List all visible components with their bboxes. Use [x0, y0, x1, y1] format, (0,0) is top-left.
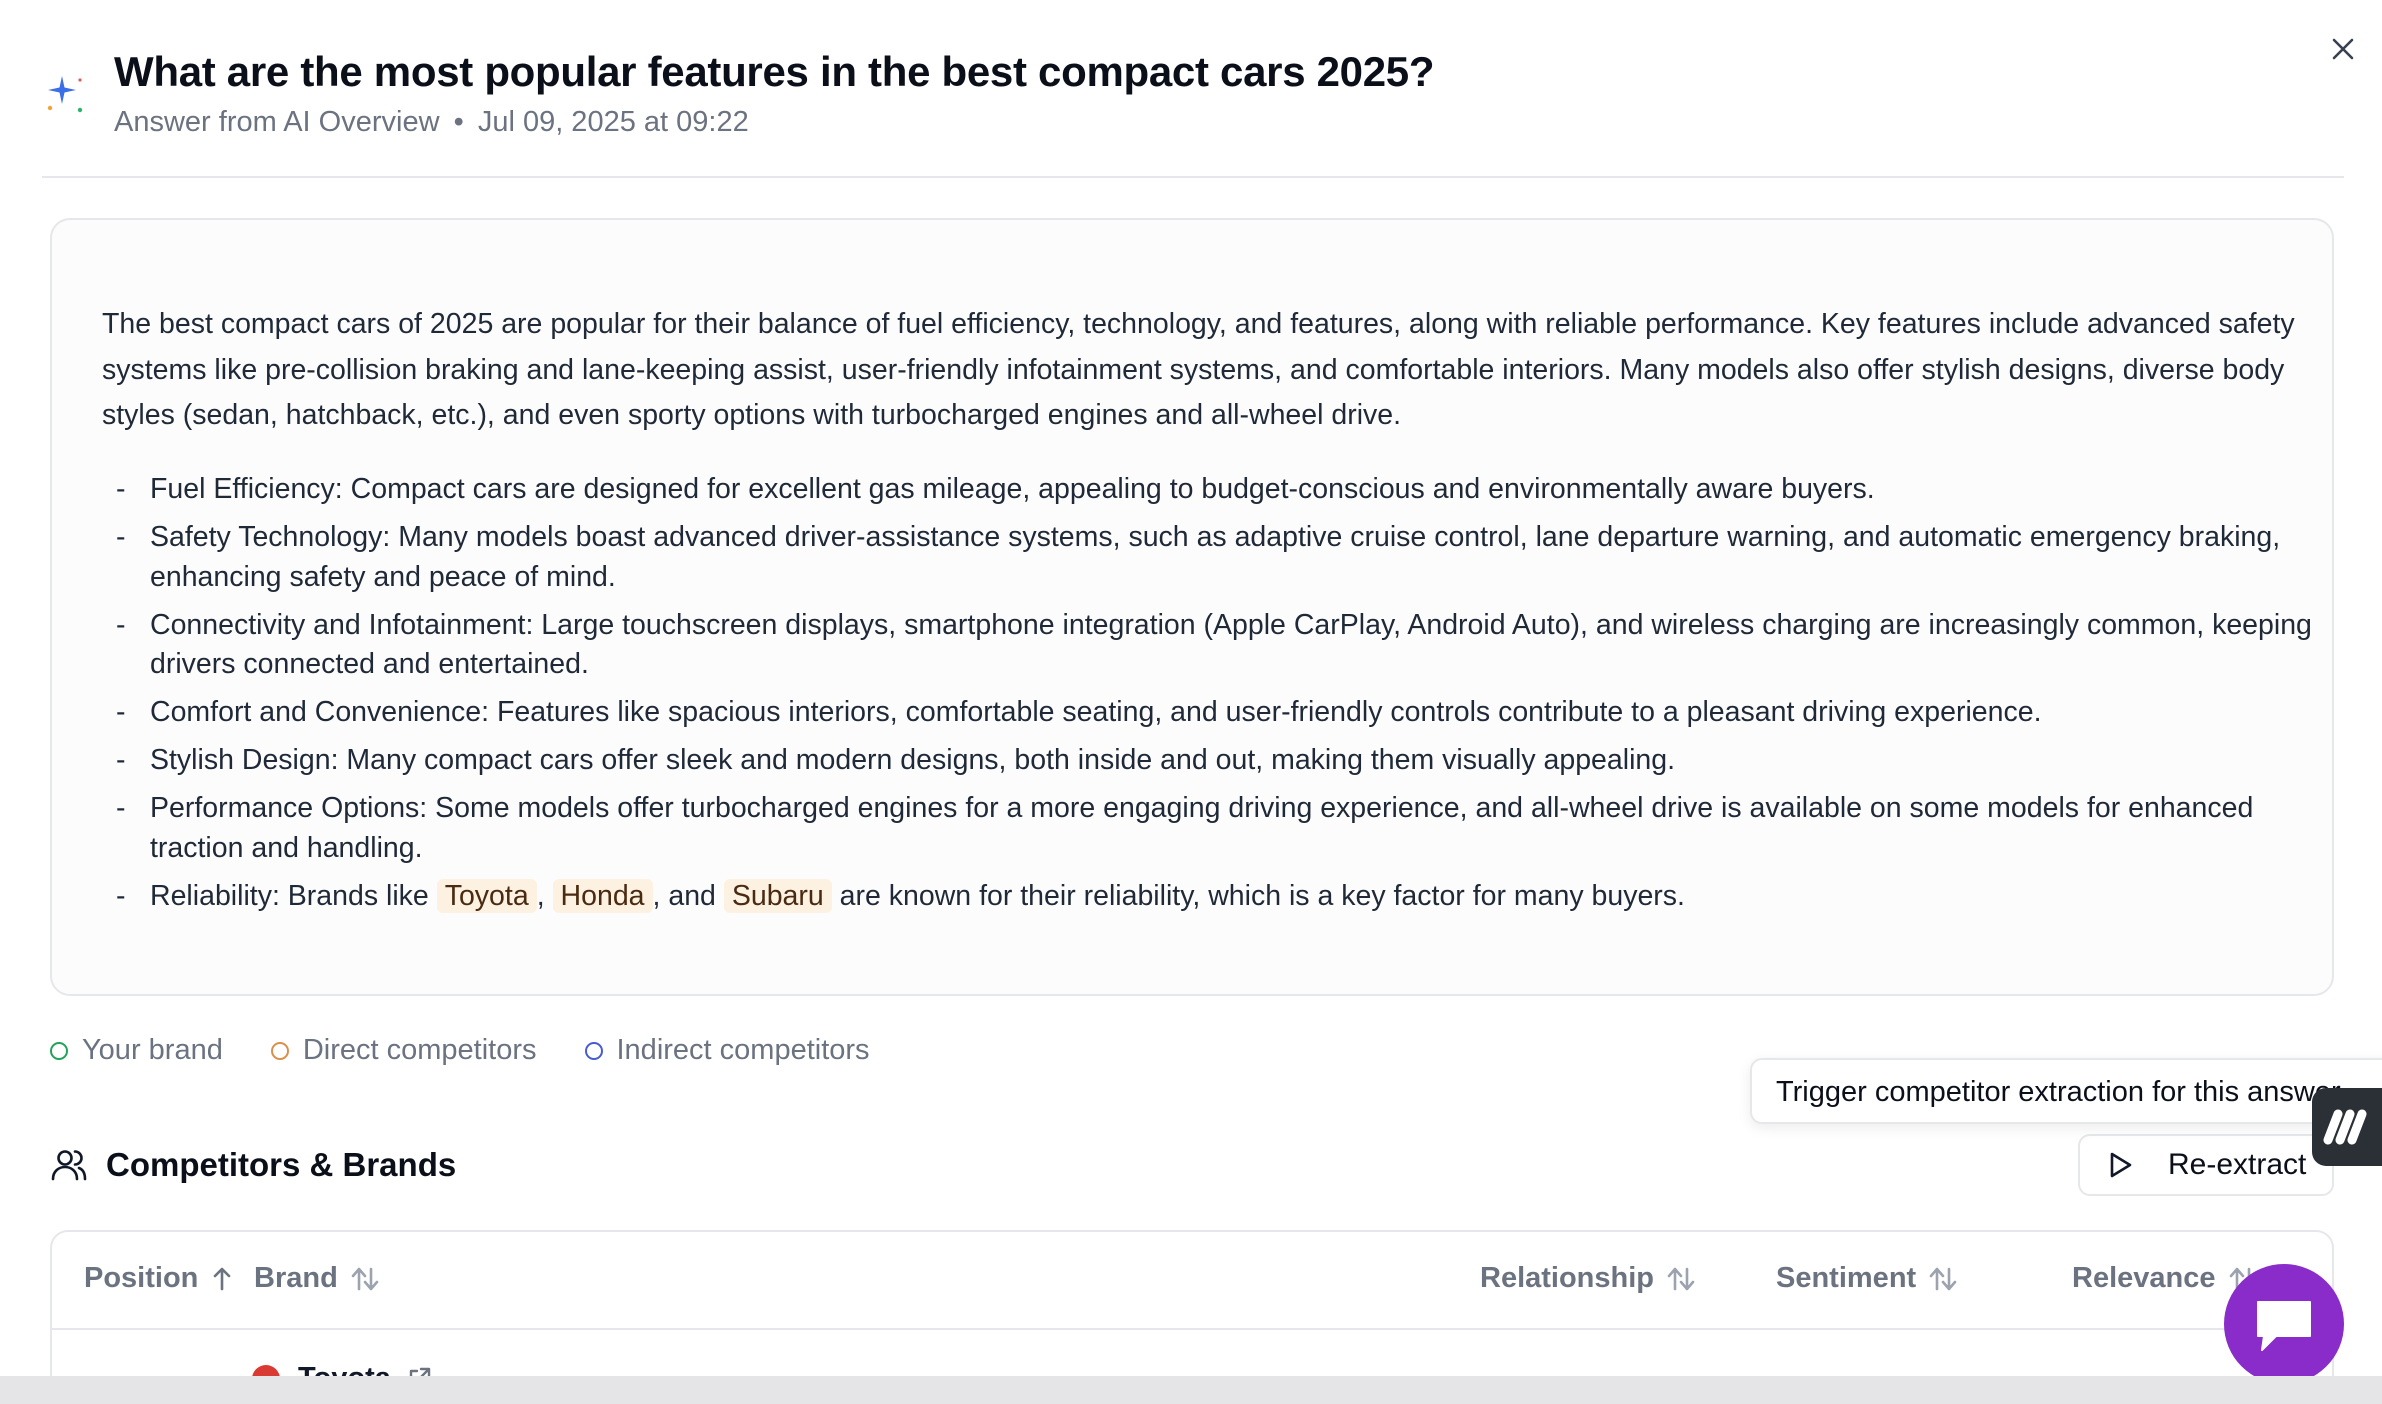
legend-indirect-competitors: Indirect competitors	[584, 1034, 870, 1067]
competitors-table: Position Brand Relationship Sentiment Re…	[50, 1230, 2334, 1376]
answer-detail-panel: What are the most popular features in th…	[0, 0, 2382, 1376]
list-item: Performance Options: Some models offer t…	[102, 789, 2322, 868]
bottom-scroll-strip	[0, 1376, 2382, 1404]
column-position[interactable]: Position	[84, 1262, 234, 1295]
legend-direct-competitors: Direct competitors	[270, 1034, 537, 1067]
brand-name: Toyota	[298, 1362, 391, 1376]
page-title: What are the most popular features in th…	[114, 48, 1435, 95]
column-label: Brand	[254, 1262, 338, 1294]
sort-icon	[1667, 1267, 1695, 1290]
legend-label: Direct competitors	[302, 1034, 537, 1066]
chat-icon	[2257, 1301, 2311, 1351]
play-icon	[2110, 1152, 2132, 1178]
legend-label: Indirect competitors	[616, 1034, 870, 1066]
brand-highlight-subaru[interactable]: Subaru	[723, 878, 832, 913]
table-header: Position Brand Relationship Sentiment Re…	[52, 1232, 2332, 1330]
circle-icon	[50, 1041, 68, 1060]
legend-label: Your brand	[82, 1034, 223, 1066]
column-label: Relationship	[1480, 1262, 1655, 1294]
answer-meta: Answer from AI Overview • Jul 09, 2025 a…	[114, 106, 749, 139]
re-extract-label: Re-extract	[2168, 1148, 2307, 1181]
brand-avatar	[252, 1364, 280, 1376]
sort-icon	[1929, 1267, 1957, 1290]
answer-card: The best compact cars of 2025 are popula…	[50, 218, 2334, 996]
chat-button[interactable]	[2224, 1264, 2344, 1376]
reliability-sep: , and	[652, 879, 716, 912]
answer-timestamp: Jul 09, 2025 at 09:22	[477, 106, 749, 138]
list-item: Comfort and Convenience: Features like s…	[102, 693, 2322, 733]
answer-feature-list: Fuel Efficiency: Compact cars are design…	[102, 470, 2322, 925]
column-brand[interactable]: Brand	[254, 1262, 380, 1295]
extension-logo-icon[interactable]	[2312, 1088, 2382, 1166]
brand-highlight-honda[interactable]: Honda	[552, 878, 653, 913]
answer-source: Answer from AI Overview	[114, 106, 440, 138]
brand-legend: Your brand Direct competitors Indirect c…	[50, 1034, 918, 1067]
competitors-section-title: Competitors & Brands	[50, 1146, 456, 1184]
reliability-prefix: Reliability: Brands like	[150, 879, 429, 912]
answer-intro: The best compact cars of 2025 are popula…	[102, 308, 2295, 431]
meta-separator: •	[453, 106, 464, 138]
list-item: Fuel Efficiency: Compact cars are design…	[102, 470, 2322, 510]
sort-icon	[351, 1267, 379, 1290]
section-title-label: Competitors & Brands	[106, 1146, 457, 1183]
circle-icon	[270, 1041, 289, 1060]
sort-ascending-icon	[214, 1267, 231, 1290]
sparkle-icon	[47, 76, 83, 113]
list-item: Safety Technology: Many models boast adv…	[102, 518, 2322, 597]
list-item: Stylish Design: Many compact cars offer …	[102, 741, 2322, 781]
column-label: Sentiment	[1776, 1262, 1917, 1294]
close-icon[interactable]	[2326, 32, 2360, 66]
table-row[interactable]: Toyota	[252, 1362, 433, 1376]
legend-your-brand: Your brand	[50, 1034, 223, 1067]
circle-icon	[584, 1041, 603, 1060]
reliability-suffix: are known for their reliability, which i…	[839, 879, 1685, 912]
brand-highlight-toyota[interactable]: Toyota	[436, 878, 537, 913]
list-item: Reliability: Brands like Toyota, Honda, …	[102, 877, 2322, 917]
header-divider	[42, 176, 2344, 178]
users-icon	[51, 1150, 87, 1181]
external-link-icon[interactable]	[405, 1365, 433, 1377]
column-relationship[interactable]: Relationship	[1480, 1262, 1696, 1295]
column-label: Position	[84, 1262, 199, 1294]
reliability-sep: ,	[536, 879, 545, 912]
list-item: Connectivity and Infotainment: Large tou…	[102, 606, 2322, 685]
re-extract-tooltip: Trigger competitor extraction for this a…	[1750, 1058, 2382, 1124]
column-relevance[interactable]: Relevance	[2072, 1262, 2258, 1295]
re-extract-button[interactable]: Re-extract	[2078, 1134, 2334, 1196]
column-label: Relevance	[2072, 1262, 2216, 1294]
column-sentiment[interactable]: Sentiment	[1776, 1262, 1958, 1295]
